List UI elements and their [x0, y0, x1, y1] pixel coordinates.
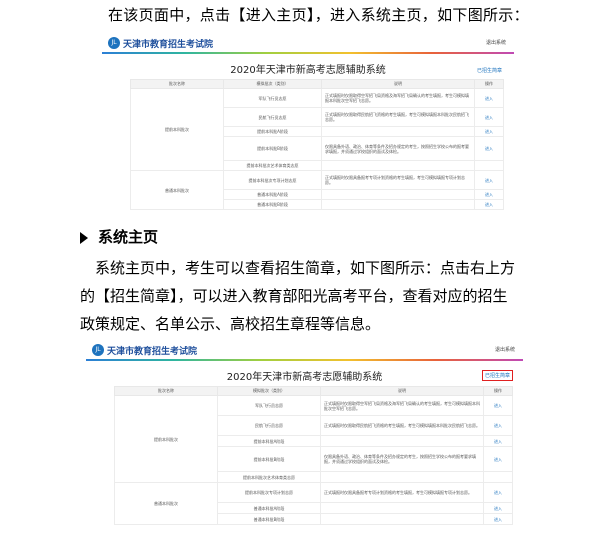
batch-name: 提前本科批次	[114, 395, 218, 483]
enter-link[interactable]: 进入	[474, 170, 504, 190]
enter-link[interactable]: 进入	[483, 502, 513, 514]
section-heading-text: 系统主页	[98, 228, 159, 246]
category-cell: 提前本科批B阶段	[223, 136, 322, 161]
intro-line: 在该页面中，点击【进入主页】，进入系统主页，如下图所示：	[108, 6, 529, 24]
batch-name: 普通本科批次	[130, 170, 224, 210]
site-logo: JL	[108, 37, 120, 49]
color-stripe	[102, 52, 514, 54]
arrow-bullet-icon	[80, 231, 88, 244]
category-cell: 提前本科批B阶段	[217, 446, 321, 472]
col-header: 操作	[483, 386, 513, 396]
enter-link[interactable]: 进入	[474, 189, 504, 200]
site-header: JL 天津市教育招生考试院 退出系统	[86, 341, 523, 360]
color-stripe	[86, 359, 523, 361]
site-header: JL 天津市教育招生考试院 退出系统	[102, 34, 514, 53]
batch-table: 批次名称 模拟批次（类别） 说明 操作 提前本科批次 军队飞行员志愿 正式填报时…	[130, 79, 504, 210]
category-cell: 普通本科批B阶段	[223, 199, 322, 210]
category-cell: 提前本科批A阶段	[223, 126, 322, 137]
admission-guide-link[interactable]: 已招生简章	[475, 66, 504, 75]
desc-cell	[320, 513, 484, 525]
enter-link[interactable]: 进入	[483, 482, 513, 503]
desc-cell: 正式填报时仅限取得民航招飞资格的考生填报，考生可模拟填报本科批次民航招飞志愿。	[321, 107, 475, 127]
enter-link[interactable]	[483, 471, 513, 483]
desc-cell: 正式填报时仅限取得空军招飞局资格及海军招飞局确认的考生填报，考生可模拟填报本科批…	[321, 88, 475, 108]
desc-cell: 正式填报时仅限取得民航招飞资格的考生填报，考生可模拟填报本科批次民航招飞志愿。	[320, 415, 484, 436]
category-cell: 提前本科批次艺术体育类志愿	[223, 160, 322, 171]
desc-cell	[321, 126, 475, 137]
desc-cell	[321, 189, 475, 200]
category-cell: 军队飞行员志愿	[223, 88, 322, 108]
desc-cell: 正式填报时仅限具备报考专项计划资格的考生填报，考生可模拟填报专项计划志愿。	[321, 170, 475, 190]
logout-link[interactable]: 退出系统	[495, 346, 515, 353]
desc-cell	[321, 199, 475, 210]
system-title: 2020年天津市新高考志愿辅助系统	[230, 65, 386, 76]
enter-link[interactable]: 进入	[474, 199, 504, 210]
desc-cell	[321, 160, 475, 171]
col-header: 模拟批次（类别）	[223, 79, 322, 89]
category-cell: 普通本科批B阶段	[217, 513, 321, 525]
enter-link[interactable]: 进入	[474, 136, 504, 161]
enter-link[interactable]: 进入	[474, 107, 504, 127]
system-title: 2020年天津市新高考志愿辅助系统	[226, 372, 383, 383]
screenshot-before: JL 天津市教育招生考试院 退出系统 2020年天津市新高考志愿辅助系统 已招生…	[102, 34, 514, 210]
col-header: 操作	[474, 79, 504, 89]
enter-link[interactable]: 进入	[483, 435, 513, 447]
logout-link[interactable]: 退出系统	[486, 39, 506, 46]
batch-table: 批次名称 模拟批次（类别） 说明 操作 提前本科批次 军队飞行员志愿 正式填报时…	[114, 386, 513, 525]
category-cell: 军队飞行员志愿	[217, 395, 321, 416]
batch-name: 普通本科批次	[114, 482, 218, 525]
category-cell: 普通本科批A阶段	[223, 189, 322, 200]
screenshot-main-page: JL 天津市教育招生考试院 退出系统 2020年天津市新高考志愿辅助系统 已招生…	[86, 341, 523, 528]
desc-cell: 正式填报时仅限具备报考专项计划资格的考生填报，考生可模拟填报专项计划志愿。	[320, 482, 484, 503]
site-logo: JL	[92, 344, 104, 356]
col-header: 说明	[321, 79, 475, 89]
enter-link[interactable]: 进入	[474, 88, 504, 108]
batch-name: 提前本科批次	[130, 88, 224, 171]
category-cell: 提前本科批A阶段	[217, 435, 321, 447]
admission-guide-link[interactable]: 已招生简章	[481, 370, 513, 381]
site-name: 天津市教育招生考试院	[107, 347, 198, 357]
desc-cell: 正式填报时仅限取得空军招飞局资格及海军招飞局确认的考生填报，考生可模拟填报本科批…	[320, 395, 484, 416]
section-heading: 系统主页	[80, 226, 594, 247]
category-cell: 民航飞行员志愿	[223, 107, 322, 127]
enter-link[interactable]: 进入	[483, 415, 513, 436]
enter-link[interactable]: 进入	[483, 446, 513, 472]
enter-link[interactable]: 进入	[483, 395, 513, 416]
category-cell: 普通本科批A阶段	[217, 502, 321, 514]
desc-cell: 仅限具备外语、政治、体育等条件及招办规定的考生，按照招生学校公布的报考要求填报，…	[321, 136, 475, 161]
col-header: 批次名称	[130, 79, 224, 89]
site-name: 天津市教育招生考试院	[123, 40, 214, 50]
desc-cell: 仅限具备外语、政治、体育等条件及招办规定的考生，按照招生学校公布的报考要求填报，…	[320, 446, 484, 472]
enter-link[interactable]: 进入	[474, 126, 504, 137]
desc-cell	[320, 502, 484, 514]
desc-cell	[320, 435, 484, 447]
category-cell: 提前本科批次艺术体育类志愿	[217, 471, 321, 483]
enter-link[interactable]: 进入	[483, 513, 513, 525]
col-header: 批次名称	[114, 386, 218, 396]
category-cell: 民航飞行员志愿	[217, 415, 321, 436]
section-paragraph: 系统主页中，考生可以查看招生简章，如下图所示：点击右上方的【招生简章】，可以进入…	[80, 259, 516, 333]
category-cell: 提前本科批次专项计划志愿	[223, 170, 322, 190]
category-cell: 提前本科批次专项计划志愿	[217, 482, 321, 503]
col-header: 说明	[320, 386, 484, 396]
desc-cell	[320, 471, 484, 483]
col-header: 模拟批次（类别）	[217, 386, 321, 396]
enter-link[interactable]	[474, 160, 504, 171]
